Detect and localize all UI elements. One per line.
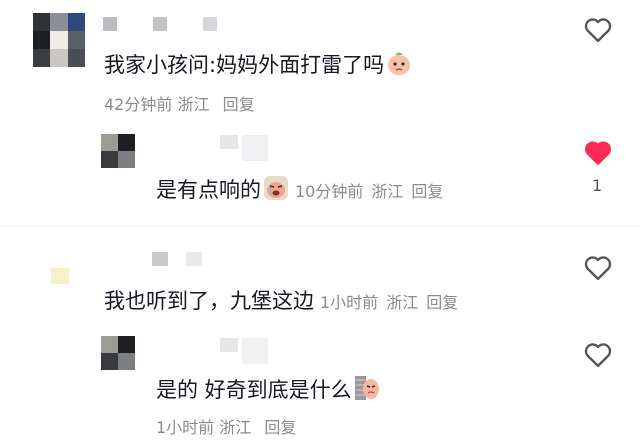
username-redacted[interactable] (103, 17, 223, 31)
reply-button[interactable]: 回复 (223, 95, 255, 114)
comment-time: 1小时前 (156, 418, 215, 437)
comment-time: 1小时前 (320, 293, 379, 312)
comment-meta: 42分钟前 浙江 回复 (104, 91, 255, 115)
comment-text: 我家小孩问:妈妈外面打雷了吗 (104, 50, 412, 78)
username-redacted[interactable] (220, 135, 270, 161)
comment-text: 是有点响的 10分钟前 浙江 回复 (156, 175, 443, 205)
comment-location: 浙江 (371, 182, 404, 201)
peeking-emoji (354, 376, 379, 400)
comment-body: 是的 好奇到底是什么 (156, 378, 352, 402)
heart-outline-icon[interactable] (583, 15, 613, 43)
avatar[interactable] (33, 13, 85, 67)
crying-emoji (264, 176, 288, 200)
heart-outline-icon[interactable] (583, 253, 613, 281)
heart-outline-icon[interactable] (583, 340, 613, 368)
reply-button[interactable]: 回复 (264, 418, 296, 437)
peach-sad-emoji (388, 52, 411, 75)
comment-text: 我也听到了，九堡这边 1小时前 浙江 回复 (104, 288, 458, 316)
reply-button[interactable]: 回复 (411, 182, 443, 201)
comment-location: 浙江 (219, 418, 252, 437)
comment-time: 10分钟前 (295, 182, 364, 201)
username-redacted[interactable] (220, 338, 270, 364)
avatar[interactable] (101, 336, 135, 370)
username-redacted[interactable] (152, 252, 212, 266)
comment-time: 42分钟前 (104, 95, 173, 114)
comment-body: 我家小孩问:妈妈外面打雷了吗 (104, 53, 385, 77)
comment-location: 浙江 (386, 293, 419, 312)
comment-body: 是有点响的 (156, 178, 261, 202)
comment-location: 浙江 (177, 95, 210, 114)
heart-filled-icon[interactable] (583, 138, 613, 166)
comment-meta: 1小时前 浙江 回复 (320, 293, 458, 312)
avatar[interactable] (33, 254, 85, 286)
comment-meta: 1小时前 浙江 回复 (156, 414, 296, 438)
comment-text: 是的 好奇到底是什么 (156, 375, 380, 403)
avatar[interactable] (101, 134, 135, 168)
like-count: 1 (592, 176, 603, 195)
comment-body: 我也听到了，九堡这边 (104, 289, 314, 313)
comment-meta: 10分钟前 浙江 回复 (295, 182, 443, 201)
reply-button[interactable]: 回复 (426, 293, 458, 312)
divider (0, 226, 640, 227)
